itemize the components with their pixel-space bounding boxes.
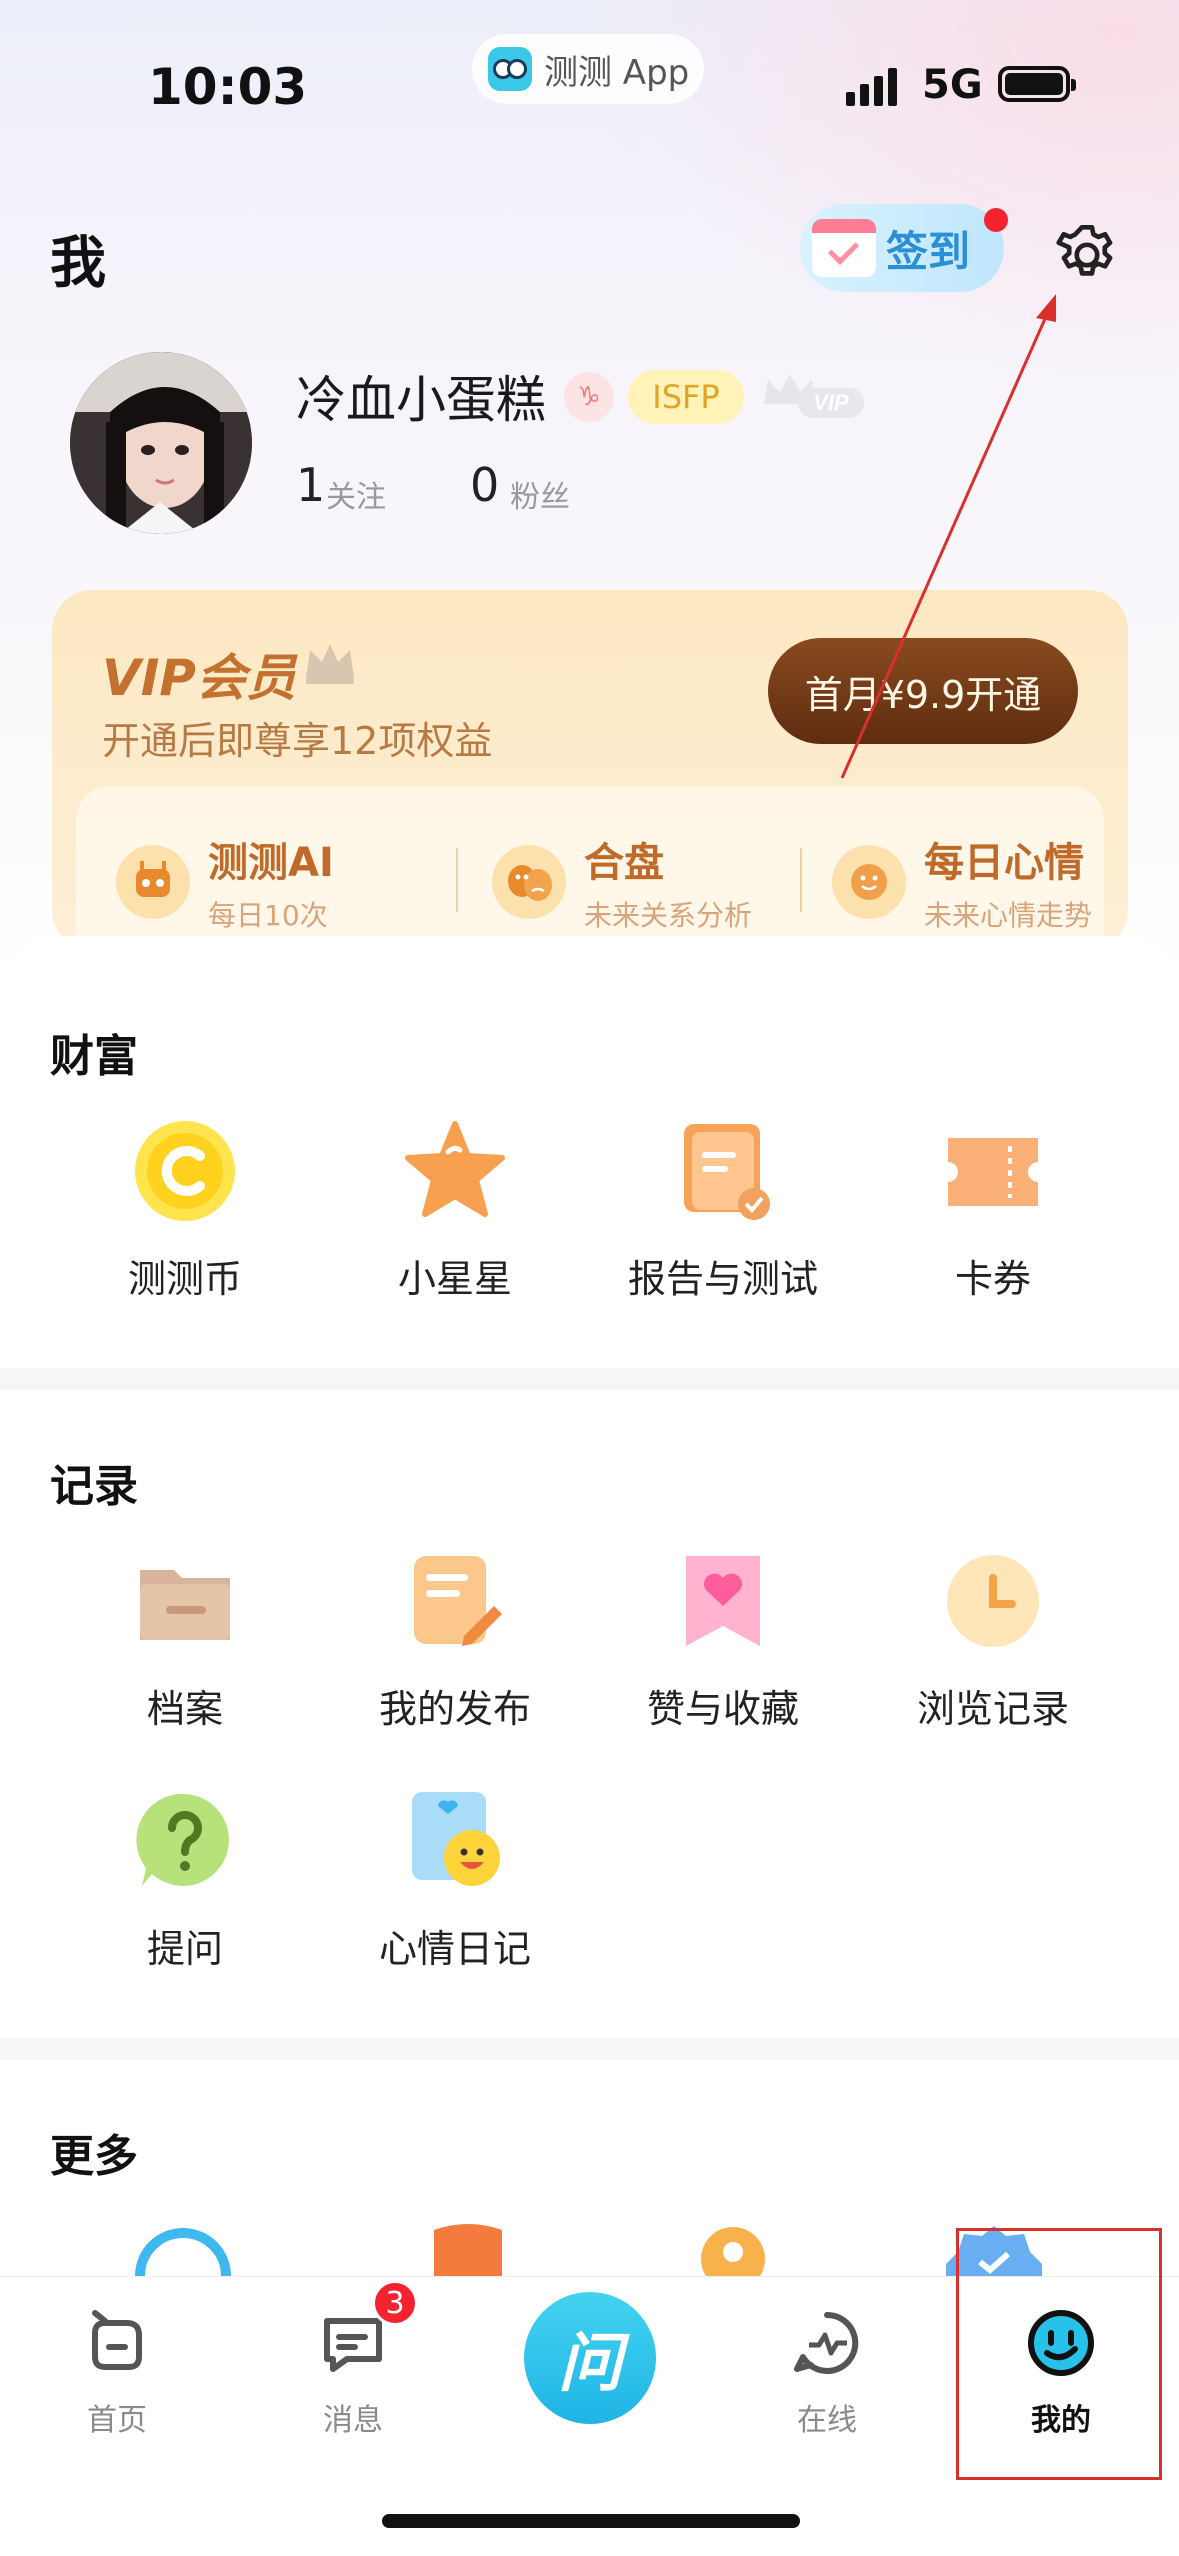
home-indicator[interactable] bbox=[382, 2514, 800, 2528]
app-indicator-label: 测测 App bbox=[544, 52, 690, 93]
checkin-button[interactable]: 签到 bbox=[800, 204, 1004, 292]
record-item-archive[interactable]: 档案 bbox=[50, 1548, 320, 1733]
wealth-item-label: 测测币 bbox=[127, 1257, 242, 1301]
vip-open-button[interactable]: 首月¥9.9开通 bbox=[768, 638, 1078, 744]
record-item-history[interactable]: 浏览记录 bbox=[858, 1548, 1128, 1733]
record-item-questions[interactable]: 提问 bbox=[50, 1788, 320, 1973]
vip-badge-label: VIP bbox=[813, 390, 849, 415]
mood-diary-icon bbox=[402, 1788, 508, 1894]
checkin-label: 签到 bbox=[886, 226, 971, 276]
battery-icon bbox=[998, 66, 1076, 102]
crown-icon bbox=[306, 644, 354, 684]
coin-icon bbox=[132, 1118, 238, 1224]
edit-note-icon bbox=[402, 1548, 508, 1654]
followers-count[interactable]: 0 bbox=[470, 458, 499, 512]
vip-subtitle: 开通后即尊享12项权益 bbox=[102, 719, 493, 763]
tab-label: 消息 bbox=[323, 2403, 383, 2438]
tab-messages[interactable]: 消息 bbox=[278, 2307, 428, 2439]
status-time: 10:03 bbox=[148, 58, 308, 116]
notification-dot bbox=[984, 208, 1008, 232]
vip-perks: 测测AI 每日10次 合盘未来关系分析 每日心情未来心情走势 bbox=[76, 786, 1104, 950]
record-item-mood-diary[interactable]: 心情日记 bbox=[320, 1788, 590, 1973]
masks-icon bbox=[492, 845, 566, 919]
wealth-item-stars[interactable]: 小星星 bbox=[320, 1118, 590, 1303]
page-title: 我 bbox=[50, 231, 106, 296]
following-count[interactable]: 1 bbox=[296, 458, 325, 512]
clock-icon bbox=[940, 1548, 1046, 1654]
message-badge: 3 bbox=[372, 2280, 418, 2326]
wealth-item-reports[interactable]: 报告与测试 bbox=[588, 1118, 858, 1303]
question-icon bbox=[132, 1788, 238, 1894]
heart-bookmark-icon bbox=[670, 1548, 776, 1654]
tab-online[interactable]: 在线 bbox=[752, 2307, 902, 2439]
avatar[interactable] bbox=[70, 352, 252, 534]
report-icon bbox=[670, 1118, 776, 1224]
wealth-item-label: 报告与测试 bbox=[627, 1257, 818, 1301]
record-item-label: 我的发布 bbox=[378, 1687, 531, 1731]
vip-card[interactable]: VIP会员 开通后即尊享12项权益 首月¥9.9开通 测测AI 每日10次 合盘未… bbox=[52, 590, 1128, 950]
wealth-item-label: 小星星 bbox=[397, 1257, 512, 1301]
perk-desc: 每日10次 bbox=[208, 899, 328, 932]
perk-mood[interactable]: 每日心情未来心情走势 bbox=[832, 830, 1092, 934]
perk-divider bbox=[800, 848, 802, 912]
app-logo-icon bbox=[488, 47, 532, 91]
wealth-item-coupons[interactable]: 卡券 bbox=[858, 1118, 1128, 1303]
vip-crown-icon[interactable]: VIP bbox=[758, 366, 866, 422]
perk-name: 合盘 bbox=[584, 840, 664, 886]
wealth-item-label: 卡券 bbox=[954, 1257, 1031, 1301]
tab-label: 在线 bbox=[797, 2403, 857, 2438]
signal-icon bbox=[846, 68, 897, 106]
folder-icon bbox=[132, 1548, 238, 1654]
perk-ai[interactable]: 测测AI 每日10次 bbox=[116, 830, 334, 934]
flag-icon[interactable] bbox=[430, 2222, 506, 2276]
robot-icon bbox=[116, 845, 190, 919]
perk-desc: 未来心情走势 bbox=[924, 899, 1093, 932]
following-label[interactable]: 关注 bbox=[326, 472, 386, 516]
tab-home[interactable]: 首页 bbox=[42, 2307, 192, 2439]
record-item-label: 提问 bbox=[146, 1927, 223, 1971]
record-item-label: 档案 bbox=[146, 1687, 223, 1731]
record-item-label: 赞与收藏 bbox=[646, 1687, 799, 1731]
headset-icon[interactable] bbox=[130, 2226, 236, 2276]
wealth-item-coins[interactable]: 测测币 bbox=[50, 1118, 320, 1303]
app-indicator-pill[interactable]: 测测 App bbox=[472, 34, 704, 104]
record-item-label: 心情日记 bbox=[378, 1927, 531, 1971]
home-icon bbox=[92, 2310, 142, 2370]
section-title-records: 记录 bbox=[50, 1461, 138, 1512]
perk-name: 每日心情 bbox=[924, 840, 1084, 886]
record-item-posts[interactable]: 我的发布 bbox=[320, 1548, 590, 1733]
username: 冷血小蛋糕 bbox=[296, 371, 546, 429]
star-icon bbox=[402, 1118, 508, 1224]
online-icon bbox=[794, 2311, 859, 2374]
highlight-box bbox=[956, 2228, 1162, 2480]
section-title-wealth: 财富 bbox=[50, 1031, 138, 1082]
record-item-label: 浏览记录 bbox=[916, 1687, 1069, 1731]
perk-divider bbox=[456, 848, 458, 912]
ticket-icon bbox=[940, 1118, 1046, 1224]
mbti-badge[interactable]: ISFP bbox=[628, 370, 744, 424]
perk-name: 测测AI bbox=[208, 840, 334, 886]
settings-gear-icon[interactable] bbox=[1052, 220, 1122, 290]
perk-synastry[interactable]: 合盘 未来关系分析 bbox=[492, 830, 752, 934]
vip-title: VIP会员 bbox=[102, 649, 296, 707]
record-item-likes[interactable]: 赞与收藏 bbox=[588, 1548, 858, 1733]
perk-desc: 未来关系分析 bbox=[584, 899, 753, 932]
location-icon[interactable] bbox=[698, 2224, 768, 2276]
tab-label: 首页 bbox=[87, 2403, 147, 2438]
network-type: 5G bbox=[922, 62, 983, 108]
followers-label[interactable]: 粉丝 bbox=[510, 472, 570, 516]
ask-button[interactable]: 问 bbox=[524, 2292, 656, 2424]
section-divider bbox=[0, 2038, 1179, 2060]
calendar-icon bbox=[812, 219, 876, 277]
section-title-more: 更多 bbox=[50, 2131, 138, 2182]
smile-icon bbox=[832, 845, 906, 919]
zodiac-badge[interactable]: ♑ bbox=[564, 372, 614, 422]
section-divider bbox=[0, 1368, 1179, 1390]
